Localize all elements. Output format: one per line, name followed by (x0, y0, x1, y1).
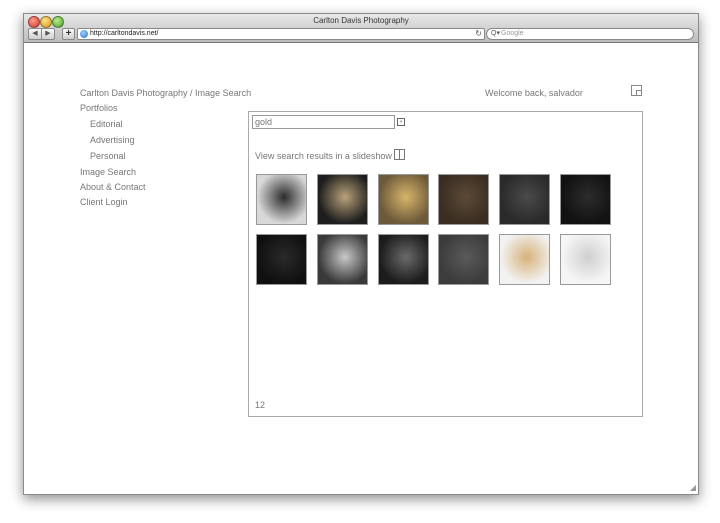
page-content: Carlton Davis Photography / Image Search… (24, 43, 698, 494)
thumbnail-watch-dials[interactable] (256, 174, 307, 225)
forward-button[interactable]: ▶ (41, 28, 55, 40)
search-panel: gold » View search results in a slidesho… (248, 111, 643, 417)
nav-item-personal[interactable]: Personal (90, 151, 126, 161)
thumbnail-white-gold[interactable] (499, 234, 550, 285)
fullscreen-icon[interactable] (631, 85, 642, 96)
window-title: Carlton Davis Photography (313, 16, 409, 25)
slideshow-icon[interactable] (394, 149, 405, 160)
nav-item-image-search[interactable]: Image Search (80, 167, 136, 177)
nav-item-about-contact[interactable]: About & Contact (80, 182, 146, 192)
thumbnail-jewelry-dark[interactable] (317, 174, 368, 225)
address-bar[interactable]: http://carltondavis.net/ ↻ (77, 28, 485, 40)
browser-search-field[interactable]: Q▾ Google (486, 28, 694, 40)
thumbnail-grey-paper[interactable] (438, 234, 489, 285)
thumbnail-dark-shape[interactable] (256, 234, 307, 285)
back-button[interactable]: ◀ (28, 28, 42, 40)
globe-icon (80, 30, 88, 38)
thumbnail-dark-brown[interactable] (438, 174, 489, 225)
nav-item-portfolios[interactable]: Portfolios (80, 103, 118, 113)
thumbnail-watch-jewels[interactable] (317, 234, 368, 285)
reload-icon[interactable]: ↻ (475, 29, 482, 39)
add-bookmark-button[interactable]: + (62, 28, 75, 40)
result-count: 12 (255, 400, 266, 410)
title-bar: Carlton Davis Photography ◀ ▶ + http://c… (24, 14, 698, 43)
thumbnail-dark-portrait[interactable] (378, 234, 429, 285)
thumbnail-white-figure[interactable] (560, 234, 611, 285)
slideshow-link[interactable]: View search results in a slideshow (255, 151, 392, 161)
image-search-input[interactable]: gold (252, 115, 395, 129)
thumbnail-black-dress[interactable] (560, 174, 611, 225)
welcome-message: Welcome back, salvador (485, 88, 583, 98)
resize-grip-icon[interactable]: ◢ (690, 483, 696, 492)
search-placeholder: Google (501, 30, 524, 37)
page-title[interactable]: Carlton Davis Photography / Image Search (80, 88, 251, 98)
search-icon: Q▾ (491, 30, 500, 37)
nav-item-advertising[interactable]: Advertising (90, 135, 135, 145)
thumbnail-dark-fabric[interactable] (499, 174, 550, 225)
nav-item-editorial[interactable]: Editorial (90, 119, 123, 129)
nav-item-client-login[interactable]: Client Login (80, 197, 128, 207)
browser-window: Carlton Davis Photography ◀ ▶ + http://c… (23, 13, 699, 495)
search-go-icon[interactable]: » (397, 118, 405, 126)
url-text: http://carltondavis.net/ (90, 30, 159, 37)
thumbnail-gold-fabric[interactable] (378, 174, 429, 225)
